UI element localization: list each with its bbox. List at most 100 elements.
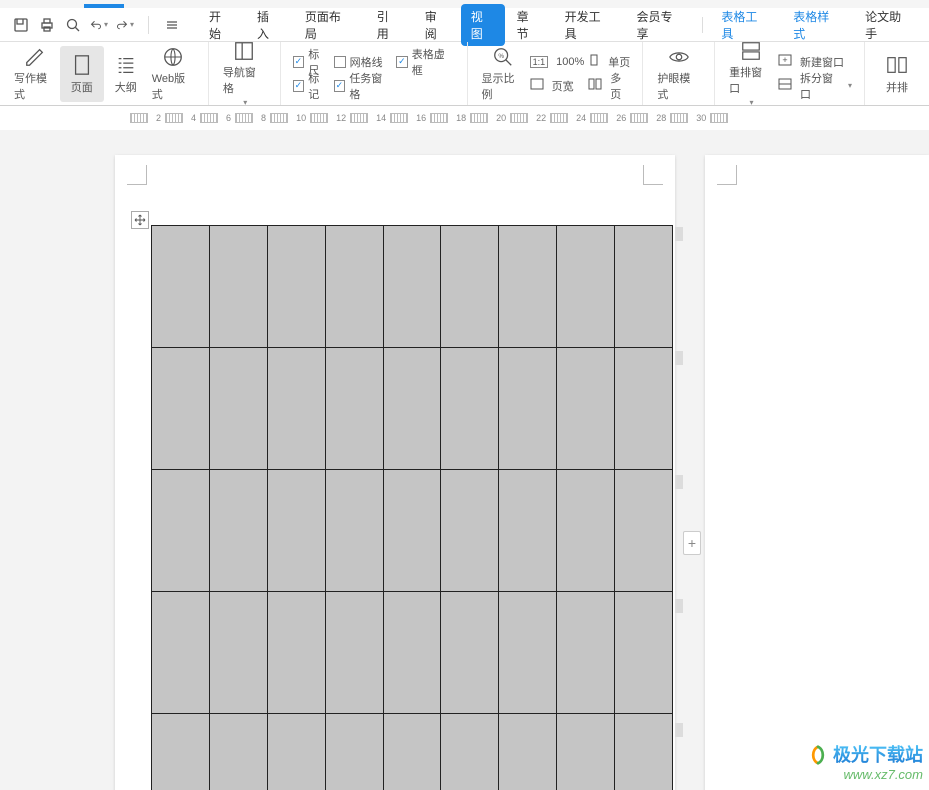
rearrange-button[interactable]: 重排窗口 <box>725 46 776 102</box>
row-marker[interactable] <box>675 351 683 365</box>
nav-pane-button[interactable]: 导航窗格 <box>219 46 270 102</box>
table-cell[interactable] <box>499 348 557 470</box>
table-cell[interactable] <box>557 226 615 348</box>
table-cell[interactable] <box>383 348 441 470</box>
table-cell[interactable] <box>325 592 383 714</box>
redo-icon[interactable] <box>116 16 134 34</box>
row-marker[interactable] <box>675 599 683 613</box>
table-cell[interactable] <box>267 226 325 348</box>
tab-member[interactable]: 会员专享 <box>625 2 697 48</box>
table-cell[interactable] <box>615 226 673 348</box>
zoom-100-icon: 1:1 <box>530 56 549 68</box>
undo-icon[interactable] <box>90 16 108 34</box>
add-row-button[interactable]: + <box>683 531 701 555</box>
table-cell[interactable] <box>615 348 673 470</box>
table-cell[interactable] <box>209 714 267 790</box>
table-cell[interactable] <box>383 592 441 714</box>
horizontal-ruler[interactable]: 24681012141618202224262830 <box>0 106 929 130</box>
split-window-button[interactable]: 拆分窗口 <box>778 76 852 96</box>
table-cell[interactable] <box>267 470 325 592</box>
eye-protect-label: 护眼模式 <box>657 70 700 102</box>
document-page-2[interactable] <box>705 155 929 790</box>
table-cell[interactable] <box>557 470 615 592</box>
table-cell[interactable] <box>267 714 325 790</box>
table-row[interactable] <box>152 470 673 592</box>
table-cell[interactable] <box>441 470 499 592</box>
table-cell[interactable] <box>557 714 615 790</box>
zoom-ratio-button[interactable]: % 显示比例 <box>478 46 528 102</box>
tab-dev-tools[interactable]: 开发工具 <box>553 2 625 48</box>
new-window-button[interactable]: +新建窗口 <box>778 52 852 72</box>
page-width-button[interactable]: 页宽 <box>530 76 585 96</box>
tab-reference[interactable]: 引用 <box>365 2 413 48</box>
table-cell[interactable] <box>325 226 383 348</box>
side-by-side-button[interactable]: 并排 <box>875 46 919 102</box>
marks-checkbox[interactable]: 标记 <box>293 76 330 96</box>
tab-chapter[interactable]: 章节 <box>505 2 553 48</box>
single-page-button[interactable]: 单页 <box>588 52 630 72</box>
gridlines-checkbox[interactable]: 网格线 <box>334 52 392 72</box>
menu-dropdown-icon[interactable] <box>163 16 181 34</box>
table-move-handle[interactable] <box>131 211 149 229</box>
table-row[interactable] <box>152 592 673 714</box>
table-cell[interactable] <box>557 592 615 714</box>
table-cell[interactable] <box>325 470 383 592</box>
table-cell[interactable] <box>499 592 557 714</box>
table-cell[interactable] <box>209 470 267 592</box>
table-cell[interactable] <box>615 470 673 592</box>
eye-protect-button[interactable]: 护眼模式 <box>653 46 704 102</box>
tab-thesis[interactable]: 论文助手 <box>853 2 925 48</box>
table-cell[interactable] <box>615 714 673 790</box>
tab-table-style[interactable]: 表格样式 <box>781 2 853 48</box>
table-cell[interactable] <box>267 348 325 470</box>
document-table[interactable] <box>151 225 673 790</box>
table-cell[interactable] <box>499 470 557 592</box>
table-cell[interactable] <box>615 592 673 714</box>
preview-icon[interactable] <box>64 16 82 34</box>
table-cell[interactable] <box>325 714 383 790</box>
table-row[interactable] <box>152 714 673 790</box>
tab-page-layout[interactable]: 页面布局 <box>293 2 365 48</box>
document-page-1[interactable]: + <box>115 155 675 790</box>
table-cell[interactable] <box>152 592 210 714</box>
save-icon[interactable] <box>12 16 30 34</box>
zoom-100-button[interactable]: 1:1100% <box>530 52 585 72</box>
menu-bar: 开始 插入 页面布局 引用 审阅 视图 章节 开发工具 会员专享 表格工具 表格… <box>0 8 929 42</box>
table-cell[interactable] <box>152 714 210 790</box>
table-cell[interactable] <box>152 348 210 470</box>
table-cell[interactable] <box>441 226 499 348</box>
table-cell[interactable] <box>441 592 499 714</box>
table-cell[interactable] <box>267 592 325 714</box>
table-cell[interactable] <box>499 714 557 790</box>
ruler-checkbox[interactable]: 标尺 <box>293 52 330 72</box>
row-marker[interactable] <box>675 475 683 489</box>
page-view-button[interactable]: 页面 <box>60 46 104 102</box>
table-cell[interactable] <box>383 714 441 790</box>
table-cell[interactable] <box>441 348 499 470</box>
table-row[interactable] <box>152 226 673 348</box>
table-cell[interactable] <box>152 226 210 348</box>
web-view-button[interactable]: Web版式 <box>148 46 198 102</box>
tab-review[interactable]: 审阅 <box>413 2 461 48</box>
print-icon[interactable] <box>38 16 56 34</box>
table-cell[interactable] <box>383 226 441 348</box>
tab-view[interactable]: 视图 <box>461 4 505 46</box>
table-cell[interactable] <box>499 226 557 348</box>
task-pane-checkbox[interactable]: 任务窗格 <box>334 76 392 96</box>
table-row[interactable] <box>152 348 673 470</box>
multi-page-button[interactable]: 多页 <box>588 76 630 96</box>
table-cell[interactable] <box>209 592 267 714</box>
table-cell[interactable] <box>209 226 267 348</box>
table-cell[interactable] <box>441 714 499 790</box>
row-marker[interactable] <box>675 227 683 241</box>
table-frame-checkbox[interactable]: 表格虚框 <box>396 52 454 72</box>
row-marker[interactable] <box>675 723 683 737</box>
write-mode-button[interactable]: 写作模式 <box>10 46 60 102</box>
table-cell[interactable] <box>209 348 267 470</box>
separator <box>148 16 149 34</box>
outline-button[interactable]: 大纲 <box>104 46 148 102</box>
table-cell[interactable] <box>325 348 383 470</box>
table-cell[interactable] <box>383 470 441 592</box>
table-cell[interactable] <box>557 348 615 470</box>
table-cell[interactable] <box>152 470 210 592</box>
